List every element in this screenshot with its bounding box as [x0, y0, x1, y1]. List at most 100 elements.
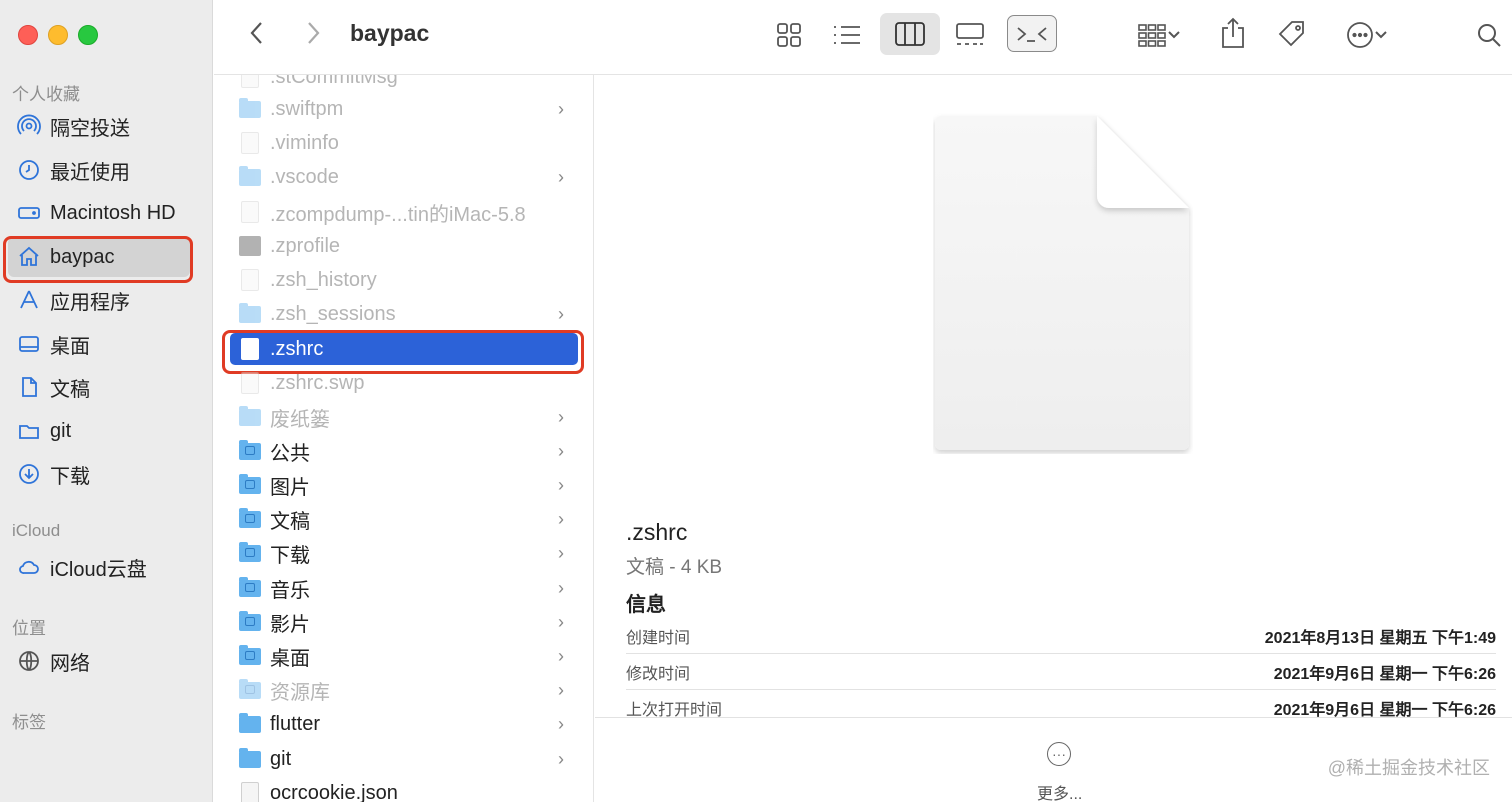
ellipsis-icon: ··· [1052, 746, 1066, 762]
sidebar-item-recents[interactable]: 最近使用 [8, 150, 190, 190]
more-button[interactable]: ··· [1047, 742, 1071, 766]
sidebar-item-documents[interactable]: 文稿 [8, 367, 190, 407]
tags-button[interactable] [1274, 16, 1310, 52]
ellipsis-circle-icon [1347, 22, 1373, 48]
chevron-right-icon: › [558, 98, 564, 119]
back-button[interactable] [242, 18, 272, 48]
list-item[interactable]: .viminfo [230, 127, 578, 159]
minimize-button[interactable] [48, 25, 68, 45]
list-item[interactable]: .zsh_history [230, 264, 578, 296]
more-label[interactable]: 更多... [1037, 780, 1082, 802]
clock-icon [16, 157, 42, 183]
file-icon [238, 268, 262, 292]
list-item[interactable]: .stCommitMsg [230, 75, 578, 93]
group-by-button[interactable] [1130, 18, 1188, 52]
sidebar-item-git[interactable]: git [8, 411, 190, 451]
folder-icon [238, 473, 262, 497]
list-item[interactable]: 图片 › [230, 469, 578, 501]
sidebar-section-locations: 位置 [12, 619, 46, 638]
folder-icon [238, 747, 262, 771]
folder-icon [238, 678, 262, 702]
desktop-icon [16, 331, 42, 357]
sidebar-item-label: 文稿 [50, 378, 90, 401]
list-item[interactable]: 影片 › [230, 606, 578, 638]
folder-icon [238, 97, 262, 121]
list-item[interactable]: 桌面 › [230, 640, 578, 672]
forward-button[interactable] [298, 18, 328, 48]
search-icon [1478, 24, 1501, 47]
sidebar-item-label: Macintosh HD [50, 201, 176, 224]
list-item[interactable]: 音乐 › [230, 572, 578, 604]
list-item[interactable]: 文稿 › [230, 503, 578, 535]
file-icon [238, 371, 262, 395]
chevron-right-icon: › [558, 406, 564, 427]
folder-icon [238, 405, 262, 429]
gallery-icon [956, 23, 984, 45]
share-button[interactable] [1216, 14, 1250, 52]
download-icon [16, 461, 42, 487]
sidebar: 个人收藏 隔空投送 最近使用 Macintosh HD baypac 应用程序 … [0, 0, 213, 802]
sidebar-item-applications[interactable]: 应用程序 [8, 280, 190, 320]
terminal-button[interactable] [1007, 15, 1057, 52]
folder-icon [238, 165, 262, 189]
sidebar-item-airdrop[interactable]: 隔空投送 [8, 106, 190, 146]
close-button[interactable] [18, 25, 38, 45]
columns-icon [895, 22, 925, 46]
chevron-right-icon: › [558, 474, 564, 495]
list-item[interactable]: .zcompdump-...tin的iMac-5.8 [230, 196, 578, 228]
window-controls [18, 25, 98, 45]
json-file-icon [238, 781, 262, 802]
list-item[interactable]: .vscode › [230, 161, 578, 193]
list-view-button[interactable] [828, 18, 866, 52]
list-item[interactable]: flutter › [230, 708, 578, 740]
chevron-right-icon [308, 22, 320, 44]
watermark: @稀土掘金技术社区 [1327, 758, 1490, 778]
chevron-right-icon: › [558, 713, 564, 734]
gallery-view-button[interactable] [951, 18, 989, 52]
list-item[interactable]: 公共 › [230, 435, 578, 467]
zoom-button[interactable] [78, 25, 98, 45]
list-item[interactable]: .zprofile [230, 230, 578, 262]
column-view-button[interactable] [880, 13, 940, 55]
sidebar-item-icloud-drive[interactable]: iCloud云盘 [8, 547, 190, 587]
folder-icon [238, 644, 262, 668]
sidebar-section-icloud: iCloud [12, 521, 61, 540]
more-actions-button[interactable] [1338, 18, 1396, 52]
folder-icon [238, 610, 262, 634]
sidebar-item-downloads[interactable]: 下载 [8, 454, 190, 494]
chevron-right-icon: › [558, 645, 564, 666]
info-row-modified: 修改时间 2021年9月6日 星期一 下午6:26 [626, 654, 1496, 690]
list-item[interactable]: 资源库 › [230, 674, 578, 706]
search-button[interactable] [1472, 18, 1506, 52]
group-grid-icon [1138, 24, 1166, 47]
sidebar-item-network[interactable]: 网络 [8, 641, 190, 681]
list-item[interactable]: .zsh_sessions › [230, 298, 578, 330]
list-item[interactable]: .swiftpm › [230, 93, 578, 125]
cloud-icon [16, 554, 42, 580]
sidebar-item-label: 最近使用 [50, 161, 130, 184]
chevron-right-icon: › [558, 508, 564, 529]
finder-window: 个人收藏 隔空投送 最近使用 Macintosh HD baypac 应用程序 … [0, 0, 1512, 802]
sidebar-item-macintosh-hd[interactable]: Macintosh HD [8, 193, 190, 233]
sidebar-item-label: 网络 [50, 652, 90, 675]
chevron-right-icon: › [558, 166, 564, 187]
icon-view-button[interactable] [772, 18, 806, 52]
sidebar-section-tags[interactable]: 标签 [12, 708, 46, 733]
chevron-down-icon [1375, 31, 1387, 39]
folder-icon [238, 541, 262, 565]
folder-icon [238, 439, 262, 463]
list-item[interactable]: 废纸篓 › [230, 401, 578, 433]
folder-icon [238, 576, 262, 600]
chevron-right-icon: › [558, 542, 564, 563]
file-kind: 文稿 - 4 KB [626, 557, 723, 578]
document-preview-icon [933, 112, 1193, 454]
sidebar-item-desktop[interactable]: 桌面 [8, 324, 190, 364]
network-icon [16, 648, 42, 674]
applications-icon [16, 287, 42, 313]
list-item[interactable]: 下载 › [230, 537, 578, 569]
list-item[interactable]: ocrcookie.json [230, 777, 578, 802]
list-item[interactable]: git › [230, 743, 578, 775]
window-title: baypac [350, 20, 430, 46]
file-column[interactable]: .stCommitMsg .swiftpm › .viminfo .vscode ›… [214, 75, 594, 802]
list-item[interactable]: .zshrc.swp [230, 367, 578, 399]
